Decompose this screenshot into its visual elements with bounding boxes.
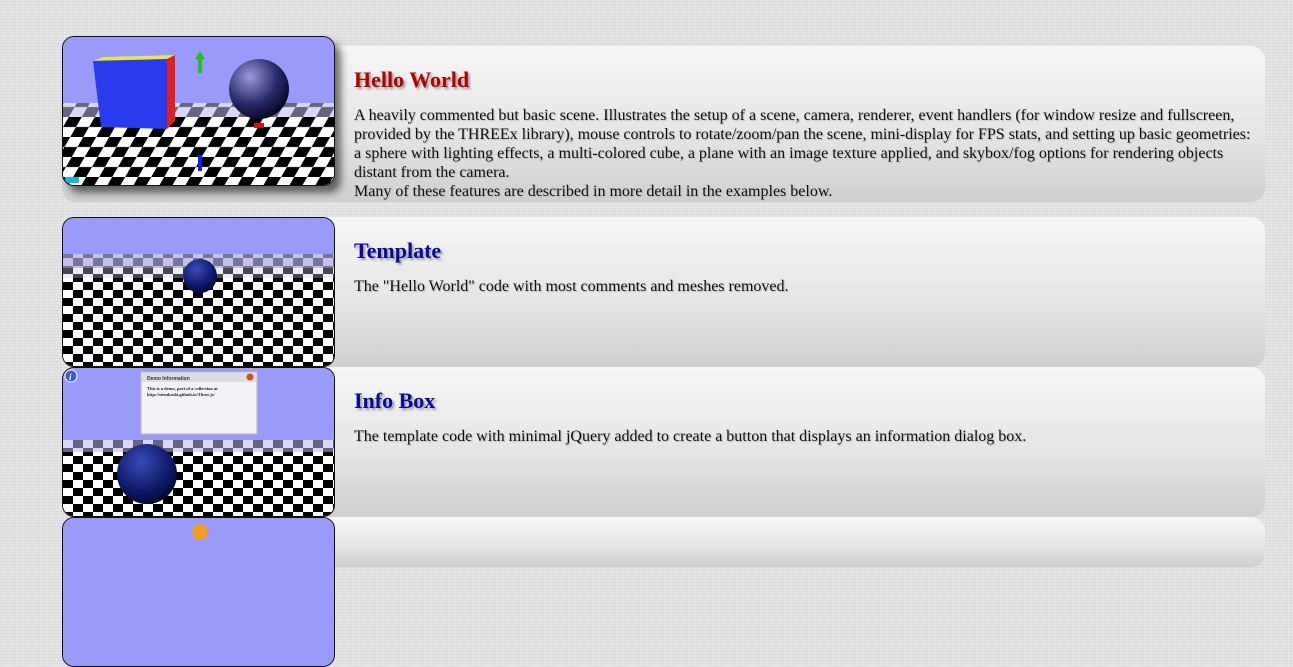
demo-entry-template[interactable]: Template The "Hello World" code with mos… — [62, 207, 1265, 367]
dialog-line-2: http://stemkoski.github.io/Three.js/ — [147, 392, 216, 397]
dialog-heading: Demo Information — [147, 376, 190, 382]
hello-world-thumbnail[interactable] — [62, 36, 335, 186]
demo-description: The "Hello World" code with most comment… — [354, 278, 789, 295]
dialog-line-1: This is a demo, part of a collection at — [147, 386, 218, 391]
demo-description-extra: Many of these features are described in … — [354, 183, 833, 200]
demo-title[interactable]: Template — [354, 238, 441, 264]
info-box-thumbnail[interactable]: i Demo Information This is a demo, part … — [62, 367, 335, 517]
demo-description-text: A heavily commented but basic scene. Ill… — [354, 107, 1251, 181]
demo-description: A heavily commented but basic scene. Ill… — [354, 106, 1254, 201]
template-thumbnail[interactable] — [62, 217, 335, 367]
demo-title[interactable]: Hello World — [354, 67, 469, 93]
demo-description: The template code with minimal jQuery ad… — [354, 428, 1027, 445]
demo-entry-info-box[interactable]: i Demo Information This is a demo, part … — [62, 357, 1265, 517]
demo-entry-hello-world[interactable]: Hello World A heavily commented but basi… — [62, 36, 1265, 202]
demo-title[interactable]: Info Box — [354, 388, 435, 414]
next-thumbnail[interactable] — [62, 517, 335, 667]
